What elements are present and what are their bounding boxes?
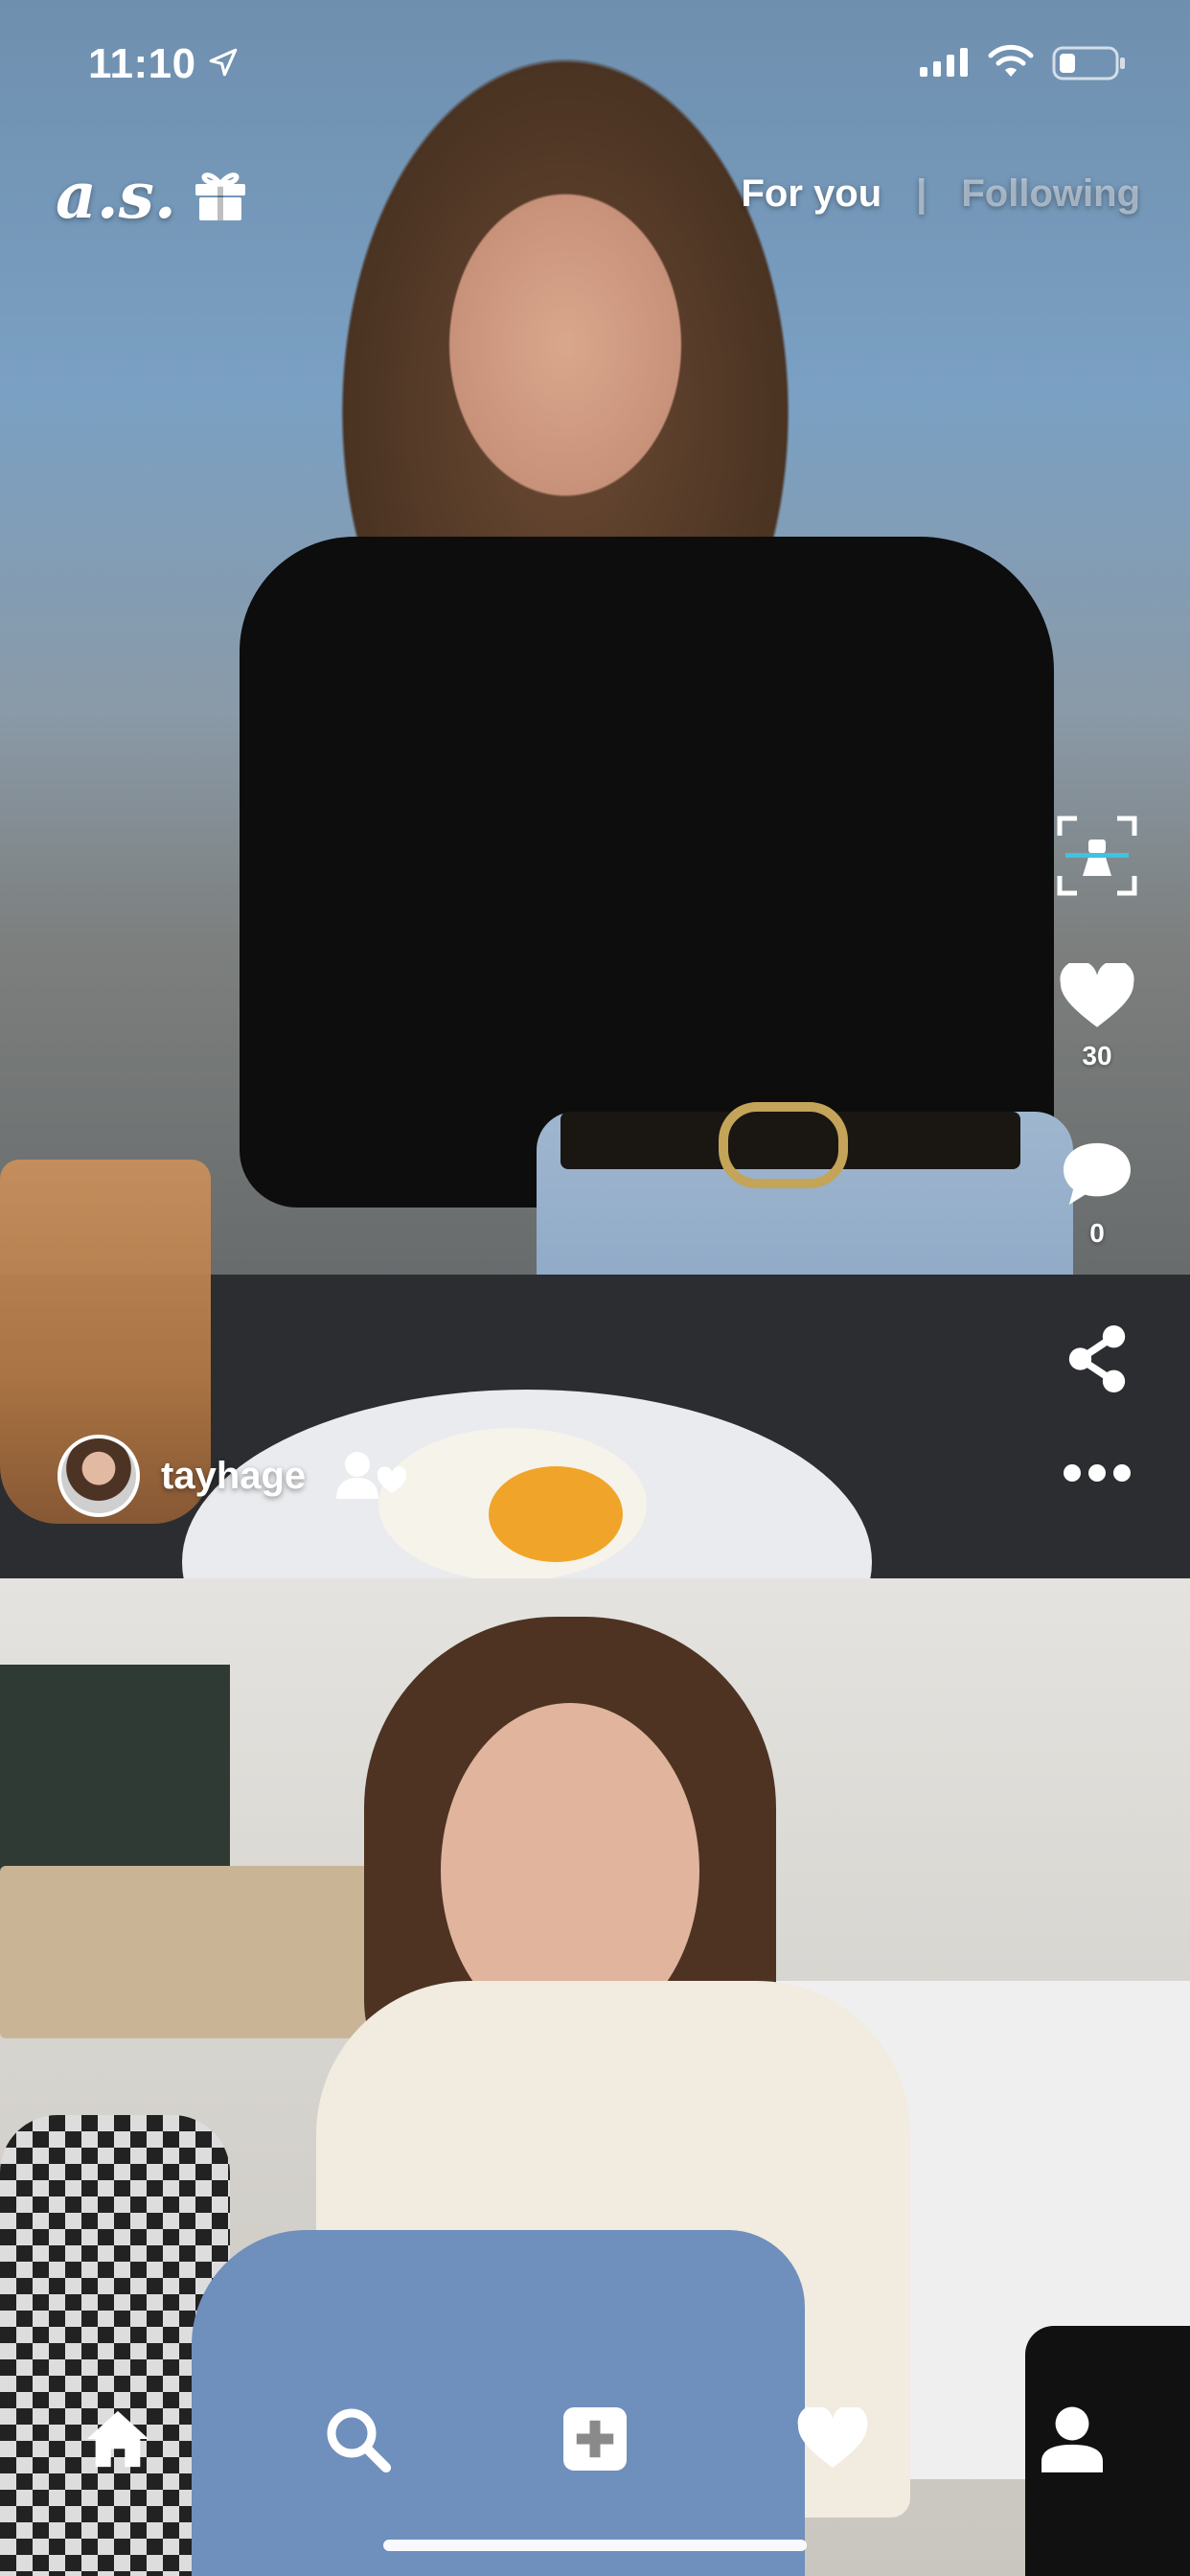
tab-separator: |: [916, 172, 927, 215]
comment-bubble-icon: [1064, 1142, 1131, 1206]
profile-icon: [1041, 2406, 1103, 2472]
gift-icon[interactable]: [190, 163, 251, 224]
more-options-button[interactable]: [1054, 1461, 1140, 1489]
location-arrow-icon: [209, 48, 238, 77]
more-dots-icon: [1064, 1464, 1131, 1482]
bottom-nav: [0, 2396, 1190, 2501]
nav-add-post[interactable]: [552, 2396, 638, 2482]
like-button[interactable]: 30: [1054, 960, 1140, 1071]
feed-tabs: For you | Following: [742, 172, 1141, 216]
comment-button[interactable]: 0: [1054, 1140, 1140, 1249]
share-icon: [1068, 1325, 1126, 1392]
app-screen: 11:10 a.s. For you | Following 30 0 tayh…: [0, 0, 1190, 2576]
post-author: tayhage: [57, 1435, 409, 1517]
nav-profile[interactable]: [1029, 2396, 1115, 2482]
share-button[interactable]: [1054, 1322, 1140, 1400]
nav-home[interactable]: [75, 2396, 161, 2482]
battery-icon: [1052, 46, 1125, 80]
tab-for-you[interactable]: For you: [742, 172, 882, 216]
add-post-icon: [563, 2407, 627, 2471]
search-icon: [327, 2408, 392, 2473]
nav-search[interactable]: [314, 2396, 400, 2482]
comment-count: 0: [1089, 1218, 1105, 1248]
cellular-signal-icon: [920, 48, 968, 77]
app-logo: a.s.: [56, 158, 176, 233]
heart-icon: [797, 2407, 868, 2468]
tab-following[interactable]: Following: [961, 172, 1140, 216]
nav-likes[interactable]: [790, 2396, 876, 2482]
home-icon: [86, 2410, 149, 2468]
follow-user-icon[interactable]: [336, 1451, 409, 1501]
outfit-scan-icon[interactable]: [1054, 813, 1140, 899]
like-count: 30: [1082, 1041, 1112, 1070]
wifi-icon: [988, 44, 1034, 77]
avatar[interactable]: [57, 1435, 140, 1517]
feed-post-photo-1[interactable]: [0, 0, 1190, 1735]
username[interactable]: tayhage: [161, 1455, 306, 1498]
heart-icon: [1060, 960, 1134, 1027]
status-bar: 11:10: [0, 0, 1190, 125]
status-time: 11:10: [88, 40, 196, 87]
home-indicator[interactable]: [383, 2540, 807, 2551]
